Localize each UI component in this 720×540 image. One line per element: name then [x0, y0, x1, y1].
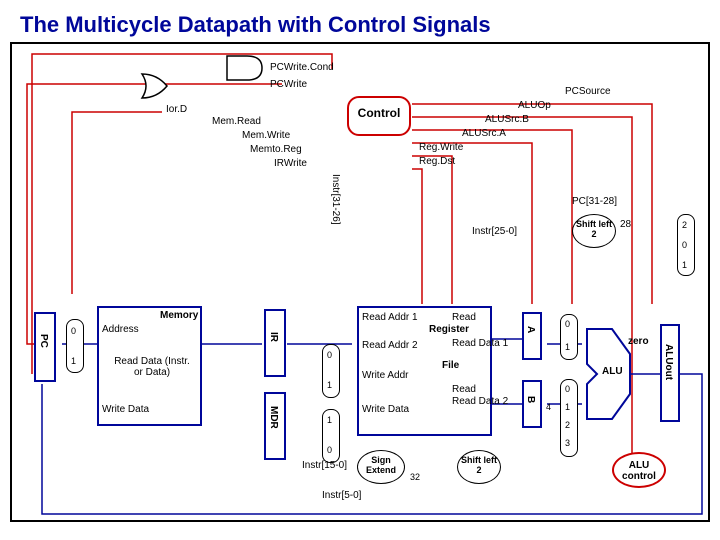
mux-memtoreg-0: 0 [327, 445, 332, 455]
b-register [522, 380, 542, 428]
bus-instr50: Instr[5-0] [322, 490, 361, 501]
port-writedata2: Write Data [362, 404, 409, 415]
port-writedata: Write Data [102, 404, 149, 415]
mux-memtoreg-1: 1 [327, 415, 332, 425]
sig-alusrcb: ALUSrc.B [485, 114, 529, 125]
alu-label: ALU [602, 366, 623, 377]
const-4: 4 [546, 402, 551, 412]
mux-iord-0: 0 [71, 326, 76, 336]
port-readdata1: Read [452, 312, 490, 323]
sig-memread: Mem.Read [212, 116, 261, 127]
regfile-sub: File [442, 360, 459, 371]
sign-extend: Sign Extend [357, 450, 405, 484]
sig-pcwritecond: PCWrite.Cond [270, 62, 334, 73]
port-readdata1b: Read Data 1 [452, 338, 508, 349]
bus-w28: 28 [620, 219, 631, 230]
bus-w32: 32 [410, 472, 420, 482]
alu-control: ALU control [612, 452, 666, 488]
mux-alusrcb-3: 3 [565, 438, 570, 448]
port-readdata2: Read Data 2 [452, 396, 508, 407]
pc-label: PC [38, 334, 49, 348]
shift-left-2-bot: Shift left 2 [457, 450, 501, 484]
mux-alusrcb-2: 2 [565, 420, 570, 430]
port-readdata: Read Data (Instr. or Data) [112, 356, 192, 378]
mux-concat-1: 1 [682, 260, 687, 270]
aluout-label: ALUout [663, 344, 674, 380]
port-readaddr1: Read Addr 1 [362, 312, 418, 323]
sig-irwrite: IRWrite [274, 158, 307, 169]
datapath-canvas: PCWrite.Cond PCWrite Ior.D Mem.Read Mem.… [10, 42, 710, 522]
sig-aluop: ALUOp [518, 100, 551, 111]
regfile-title: Register [429, 324, 469, 335]
a-label: A [525, 326, 536, 333]
bus-instr150: Instr[15-0] [302, 460, 347, 471]
sig-memwrite: Mem.Write [242, 130, 290, 141]
port-readaddr2: Read Addr 2 [362, 340, 418, 351]
sig-regdst: Reg.Dst [419, 156, 455, 167]
mux-concat-0: 0 [682, 240, 687, 250]
ir-register [264, 309, 286, 377]
control-block: Control [347, 96, 411, 136]
mux-alusrca-0: 0 [565, 319, 570, 329]
mux-alusrcb-1: 1 [565, 402, 570, 412]
memory-label: Memory [160, 310, 198, 321]
sig-alusrca: ALUSrc.A [462, 128, 506, 139]
mux-alusrca-1: 1 [565, 342, 570, 352]
sig-pcwrite: PCWrite [270, 79, 307, 90]
port-address: Address [102, 324, 139, 335]
port-writeaddr: Write Addr [362, 370, 409, 381]
sig-pcsource: PCSource [565, 86, 611, 97]
a-register [522, 312, 542, 360]
sig-iord: Ior.D [166, 104, 187, 115]
bus-pc3128: PC[31-28] [572, 196, 617, 207]
mux-regdst-1: 1 [327, 380, 332, 390]
sig-memtoreg: Memto.Reg [250, 144, 302, 155]
mdr-label: MDR [268, 406, 279, 429]
b-label: B [525, 396, 536, 403]
mux-regdst-0: 0 [327, 350, 332, 360]
zero-label: zero [628, 336, 649, 347]
port-readdata2a: Read [452, 384, 476, 395]
bus-instr3126: Instr[31-26] [330, 174, 341, 225]
sig-regwrite: Reg.Write [419, 142, 463, 153]
bus-instr250: Instr[25-0] [472, 226, 517, 237]
shift-left-2-top: Shift left 2 [572, 214, 616, 248]
mux-concat-2: 2 [682, 220, 687, 230]
mux-iord-1: 1 [71, 356, 76, 366]
ir-label: IR [268, 332, 279, 342]
mux-alusrcb-0: 0 [565, 384, 570, 394]
